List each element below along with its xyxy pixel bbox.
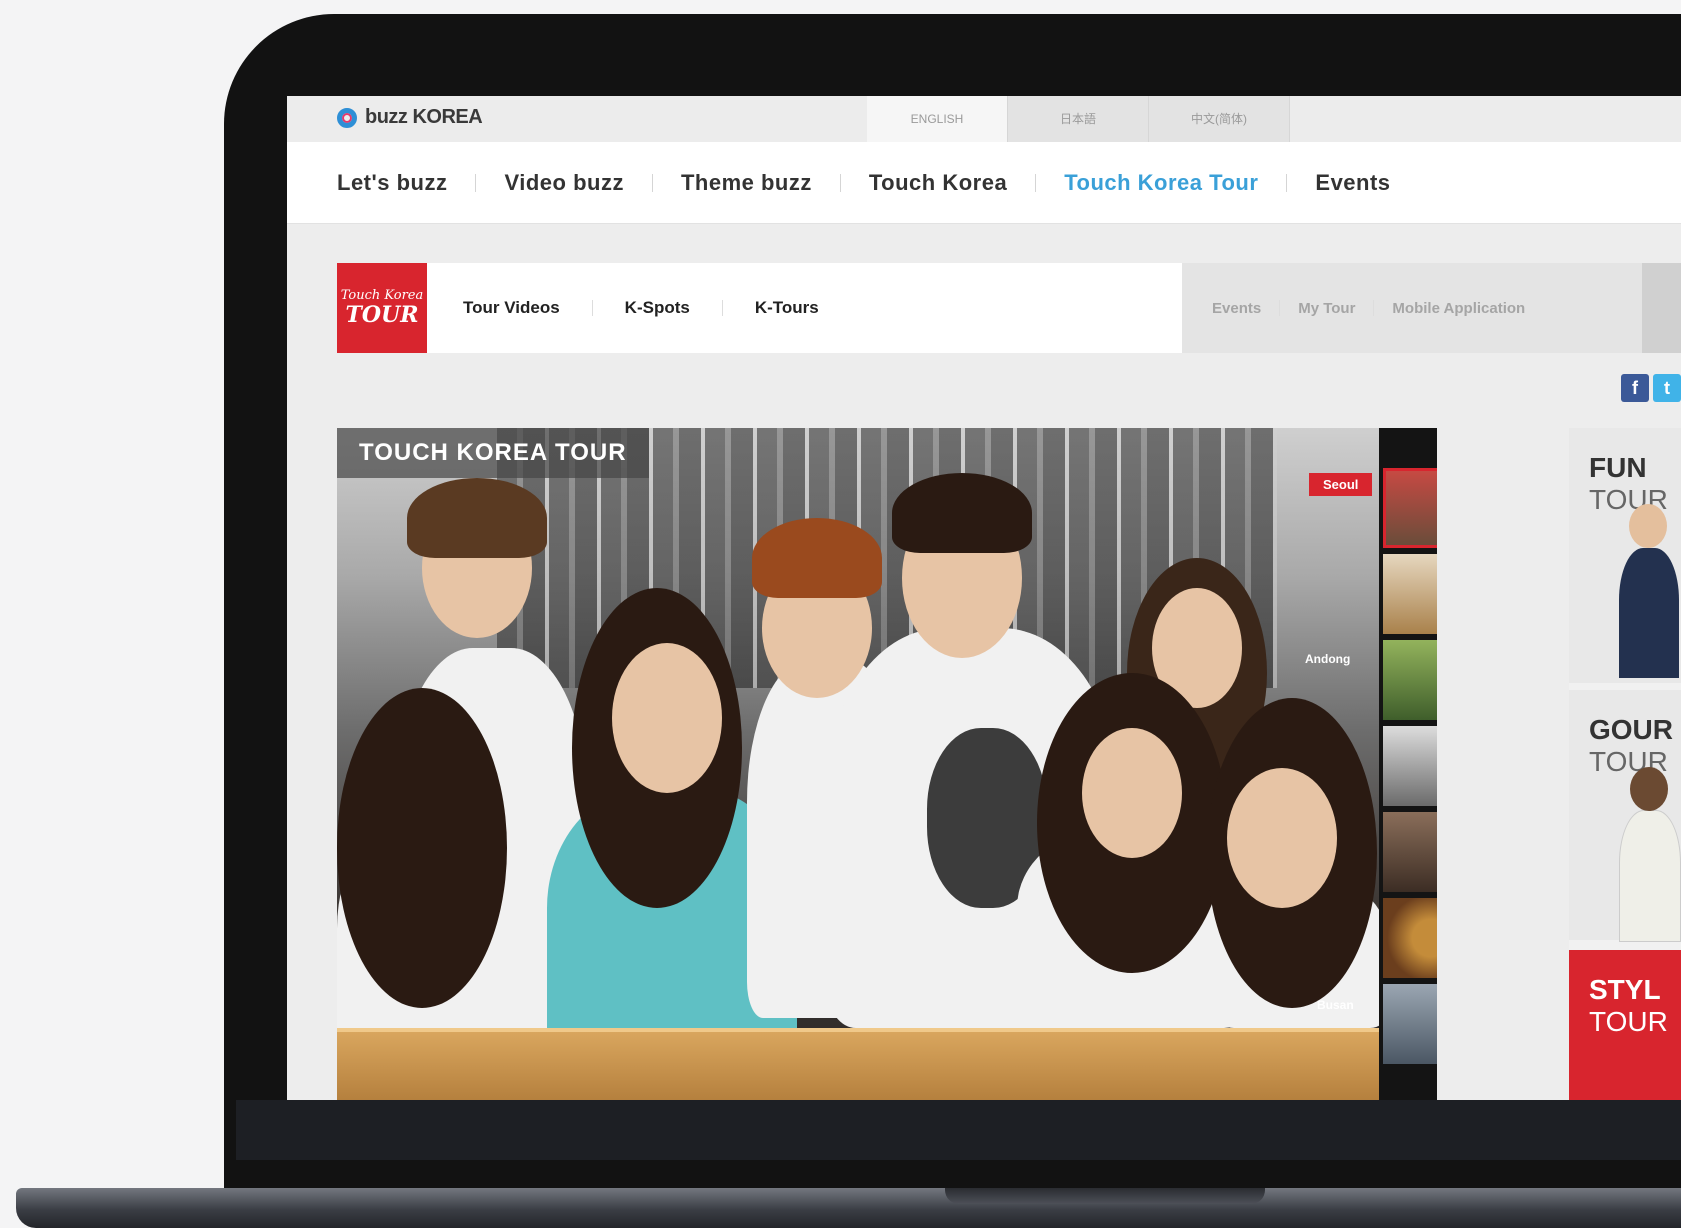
facebook-icon[interactable]: f (1621, 374, 1649, 402)
gourmet-tour-card[interactable]: GOUR TOUR (1569, 690, 1681, 942)
nav-theme-buzz[interactable]: Theme buzz (681, 170, 812, 196)
sub-nav-divider (1373, 300, 1375, 316)
laptop-notch (945, 1188, 1265, 1204)
sub-nav-mobile-app[interactable]: Mobile Application (1392, 300, 1525, 317)
touch-korea-tour-logo[interactable]: Touch Korea TOUR (337, 263, 427, 353)
social-links: f t (1621, 374, 1681, 402)
tour-logo-line2: TOUR (345, 302, 419, 329)
hero-banner[interactable]: TOUCH KOREA TOUR Seoul Andong Busan (337, 428, 1437, 1100)
city-label-andong[interactable]: Andong (1305, 652, 1350, 666)
nav-divider (651, 173, 653, 192)
site-logo[interactable]: buzz KOREA (337, 106, 483, 129)
language-tabs: ENGLISH 日本語 中文(简体) (867, 96, 1290, 142)
thumbnail[interactable] (1383, 812, 1437, 892)
thumbnail[interactable] (1383, 898, 1437, 978)
sub-nav-divider (1279, 300, 1281, 316)
lang-tab-english[interactable]: ENGLISH (867, 96, 1008, 142)
thumbnail[interactable] (1383, 640, 1437, 720)
sub-nav-events[interactable]: Events (1212, 300, 1261, 317)
sub-nav: Touch Korea TOUR Tour Videos K-Spots K-T… (337, 263, 1681, 353)
hero-counter (337, 1028, 1437, 1100)
nav-lets-buzz[interactable]: Let's buzz (337, 170, 447, 196)
laptop-bezel-bottom (236, 1100, 1681, 1160)
sub-nav-tour-videos[interactable]: Tour Videos (463, 298, 560, 318)
tour-side-panel: FUN TOUR GOUR TOUR STYL TOUR (1569, 428, 1681, 1100)
nav-touch-korea[interactable]: Touch Korea (869, 170, 1007, 196)
sub-nav-k-tours[interactable]: K-Tours (755, 298, 819, 318)
nav-divider (475, 173, 477, 192)
sub-nav-left: Touch Korea TOUR Tour Videos K-Spots K-T… (337, 263, 1182, 353)
sub-nav-overflow[interactable] (1642, 263, 1681, 353)
city-label-busan[interactable]: Busan (1317, 998, 1354, 1012)
twitter-icon[interactable]: t (1653, 374, 1681, 402)
main-nav: Let's buzz Video buzz Theme buzz Touch K… (287, 142, 1681, 224)
card-title: GOUR (1589, 714, 1673, 745)
nav-events[interactable]: Events (1315, 170, 1390, 196)
sub-nav-k-spots[interactable]: K-Spots (625, 298, 690, 318)
seoul-tag[interactable]: Seoul (1309, 473, 1373, 496)
card-title: FUN (1589, 452, 1647, 483)
logo-text: buzz KOREA (365, 106, 483, 128)
style-tour-card[interactable]: STYL TOUR (1569, 950, 1681, 1100)
nav-divider (1286, 173, 1288, 192)
top-bar: buzz KOREA ENGLISH 日本語 中文(简体) (287, 96, 1681, 143)
thumbnail[interactable] (1383, 554, 1437, 634)
nav-divider (1035, 173, 1037, 192)
sub-nav-divider (721, 300, 723, 316)
sub-nav-divider (591, 300, 593, 316)
nav-divider (839, 173, 841, 192)
lang-tab-japanese[interactable]: 日本語 (1008, 96, 1149, 142)
hero-thumbnail-strip (1379, 428, 1437, 1100)
thumbnail[interactable] (1383, 984, 1437, 1064)
sub-nav-my-tour[interactable]: My Tour (1298, 300, 1355, 317)
lang-tab-chinese[interactable]: 中文(简体) (1149, 96, 1290, 142)
hero-title: TOUCH KOREA TOUR (337, 428, 649, 478)
logo-ring-icon (337, 107, 357, 128)
nav-video-buzz[interactable]: Video buzz (504, 170, 624, 196)
card-subtitle: TOUR (1589, 1006, 1668, 1037)
laptop-base (16, 1188, 1681, 1228)
fun-tour-card[interactable]: FUN TOUR (1569, 428, 1681, 683)
nav-touch-korea-tour[interactable]: Touch Korea Tour (1064, 170, 1258, 196)
sub-nav-right: Events My Tour Mobile Application (1182, 263, 1642, 353)
card-photo (1619, 504, 1679, 678)
card-photo (1619, 767, 1681, 942)
card-title: STYL (1589, 974, 1661, 1005)
tour-logo-line1: Touch Korea (340, 287, 424, 303)
browser-screen: buzz KOREA ENGLISH 日本語 中文(简体) Let's buzz… (287, 96, 1681, 1100)
thumbnail-seoul[interactable] (1383, 468, 1437, 548)
thumbnail[interactable] (1383, 726, 1437, 806)
